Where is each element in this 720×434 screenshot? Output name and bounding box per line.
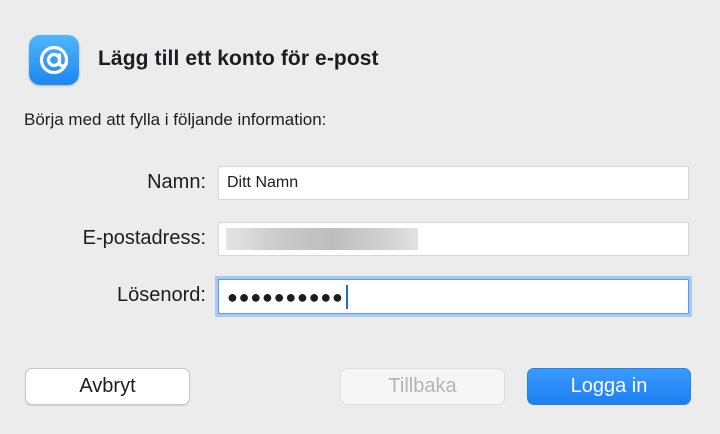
email-value-redacted [226, 228, 418, 250]
email-field[interactable] [218, 222, 689, 256]
password-masked-value: ●●●●●●●●●● [227, 286, 344, 307]
email-label: E-postadress: [82, 227, 206, 249]
cancel-button[interactable]: Avbryt [25, 368, 190, 405]
name-field[interactable]: Ditt Namn [218, 166, 689, 200]
mail-at-icon [29, 35, 79, 85]
password-field[interactable]: ●●●●●●●●●● [218, 279, 689, 314]
text-caret [345, 284, 348, 309]
name-label: Namn: [147, 171, 206, 193]
back-button[interactable]: Tillbaka [340, 368, 505, 405]
dialog-title: Lägg till ett konto för e-post [98, 47, 379, 70]
login-button[interactable]: Logga in [527, 368, 691, 405]
password-label: Lösenord: [117, 284, 206, 306]
name-value: Ditt Namn [227, 174, 299, 191]
intro-text: Börja med att fylla i följande informati… [24, 110, 327, 129]
